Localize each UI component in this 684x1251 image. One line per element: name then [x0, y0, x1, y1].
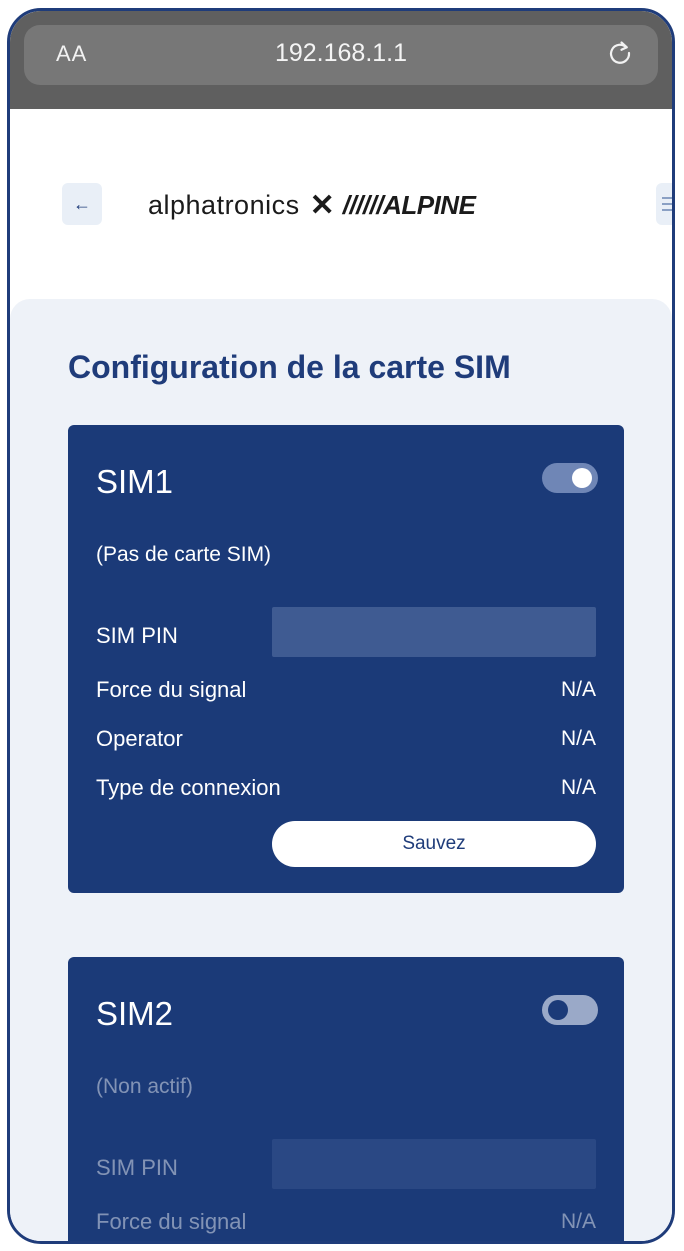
logo-x-icon: ✕ — [309, 188, 335, 222]
reload-icon[interactable] — [604, 37, 636, 69]
sim1-pin-label: SIM PIN — [96, 623, 178, 648]
logo-alphatronics: alphatronics — [148, 189, 300, 220]
back-arrow-icon: ← — [73, 193, 91, 214]
sim1-operator-value: N/A — [560, 727, 596, 750]
hamburger-menu-icon[interactable] — [656, 183, 672, 225]
page-title: Configuration de la carte SIM — [68, 349, 511, 385]
sim2-pin-input[interactable] — [272, 1139, 596, 1189]
sim1-toggle[interactable] — [542, 463, 598, 493]
address-bar[interactable]: AA 192.168.1.1 — [24, 25, 658, 85]
sim2-title: SIM2 — [96, 995, 174, 1032]
sim2-status: (Non actif) — [96, 1075, 193, 1098]
sim1-signal-label: Force du signal — [96, 677, 247, 702]
phone-frame: AA 192.168.1.1 ← alphatronics ✕ //////AL… — [7, 8, 675, 1244]
sim1-connection-value: N/A — [560, 776, 596, 799]
sim1-operator-label: Operator — [96, 726, 183, 751]
main-content: Configuration de la carte SIM SIM1 (Pas … — [10, 299, 672, 1241]
sim1-connection-label: Type de connexion — [96, 775, 281, 800]
sim2-signal-label: Force du signal — [96, 1209, 247, 1234]
sim1-title: SIM1 — [96, 463, 174, 500]
url-text[interactable]: 192.168.1.1 — [24, 39, 658, 68]
sim2-pin-label: SIM PIN — [96, 1155, 178, 1180]
sim1-status: (Pas de carte SIM) — [96, 543, 272, 566]
sim1-pin-input[interactable] — [272, 607, 596, 657]
toggle-knob — [548, 1000, 568, 1020]
sim1-card: SIM1 (Pas de carte SIM) SIM PIN Force du… — [68, 425, 624, 893]
save-button[interactable]: Sauvez — [272, 821, 596, 867]
sim1-signal-value: N/A — [560, 678, 596, 701]
browser-toolbar: AA 192.168.1.1 — [10, 11, 672, 109]
back-button[interactable]: ← — [62, 183, 102, 225]
site-header: ← alphatronics ✕ //////ALPINE — [10, 109, 672, 299]
brand-logo: alphatronics ✕ //////ALPINE — [148, 183, 476, 227]
sim2-toggle[interactable] — [542, 995, 598, 1025]
toggle-knob — [572, 468, 592, 488]
sim2-card: SIM2 (Non actif) SIM PIN Force du signal… — [68, 957, 624, 1241]
sim2-signal-value: N/A — [560, 1210, 596, 1233]
logo-alpine: //////ALPINE — [342, 189, 476, 220]
